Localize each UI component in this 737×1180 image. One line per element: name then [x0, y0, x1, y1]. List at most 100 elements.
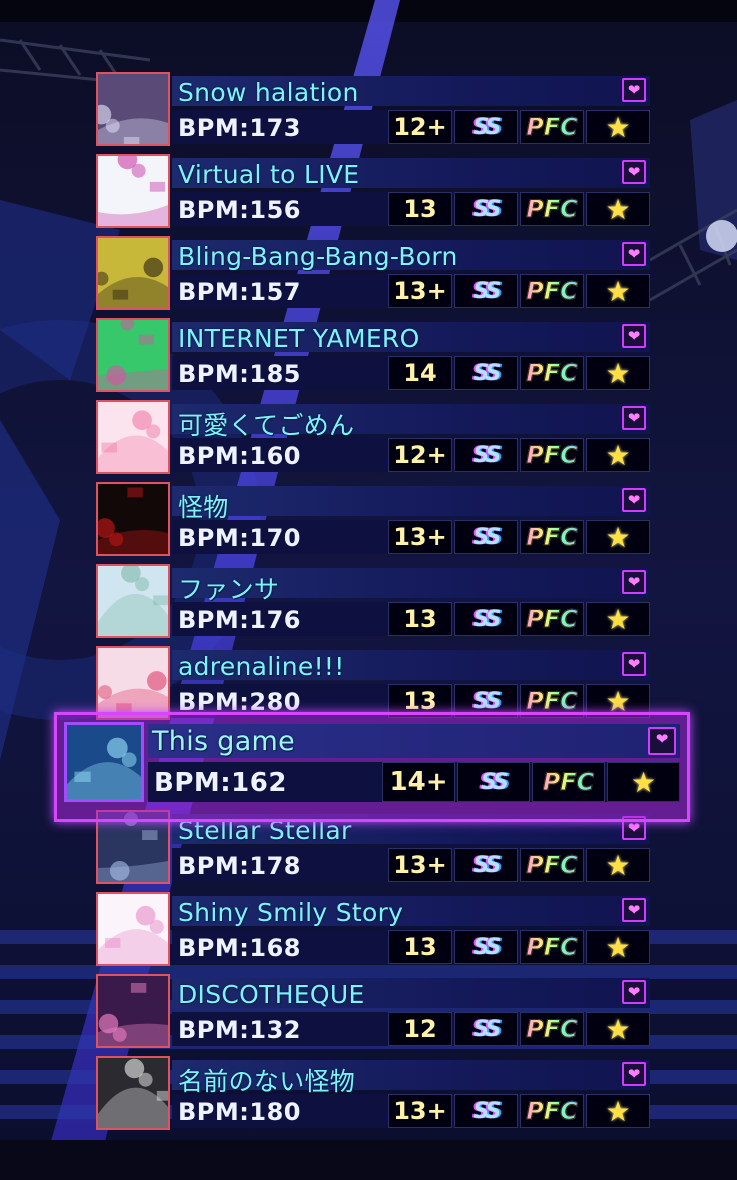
- star-icon: ★: [605, 1094, 631, 1128]
- heart-icon[interactable]: ❤: [622, 980, 646, 1004]
- song-row[interactable]: ファンサ ❤ BPM:176 13 SS PFC ★: [96, 564, 650, 638]
- star-icon: ★: [605, 192, 631, 226]
- rank-ss-icon: SS: [481, 769, 509, 795]
- song-title: adrenaline!!!: [178, 652, 345, 681]
- clear-badge: ★: [586, 192, 650, 226]
- rank-badge: SS: [457, 762, 530, 802]
- song-row[interactable]: Snow halation ❤ BPM:173 12+ SS PFC ★: [96, 72, 650, 146]
- heart-icon[interactable]: ❤: [622, 160, 646, 184]
- combo-badge: PFC: [520, 1094, 584, 1128]
- song-stats: BPM:168 13 SS PFC ★: [172, 930, 650, 964]
- pfc-icon: PFC: [526, 195, 579, 224]
- song-row[interactable]: Virtual to LIVE ❤ BPM:156 13 SS PFC ★: [96, 154, 650, 228]
- song-title: INTERNET YAMERO: [178, 324, 420, 353]
- song-level: 13+: [388, 520, 452, 554]
- heart-icon[interactable]: ❤: [622, 1062, 646, 1086]
- song-level: 14: [388, 356, 452, 390]
- heart-icon[interactable]: ❤: [622, 242, 646, 266]
- song-jacket: [96, 72, 170, 146]
- combo-badge: PFC: [520, 520, 584, 554]
- heart-icon[interactable]: ❤: [622, 898, 646, 922]
- song-bpm: BPM:156: [178, 196, 301, 224]
- combo-badge: PFC: [520, 110, 584, 144]
- song-title-bar: 名前のない怪物 ❤: [172, 1060, 650, 1096]
- pfc-icon: PFC: [526, 605, 579, 634]
- song-stats: BPM:178 13+ SS PFC ★: [172, 848, 650, 882]
- combo-badge: PFC: [520, 602, 584, 636]
- song-jacket: [64, 722, 144, 802]
- star-icon: ★: [605, 438, 631, 472]
- song-title: 可愛くてごめん: [178, 411, 355, 440]
- song-level: 13: [388, 930, 452, 964]
- song-title: 怪物: [178, 493, 229, 522]
- star-icon: ★: [605, 602, 631, 636]
- song-jacket: [96, 974, 170, 1048]
- heart-icon[interactable]: ❤: [622, 488, 646, 512]
- rank-ss-icon: SS: [473, 934, 502, 960]
- rank-badge: SS: [454, 356, 518, 390]
- song-jacket: [96, 1056, 170, 1130]
- clear-badge: ★: [586, 930, 650, 964]
- song-title: 名前のない怪物: [178, 1067, 356, 1096]
- heart-icon[interactable]: ❤: [648, 727, 676, 755]
- song-stats: BPM:132 12 SS PFC ★: [172, 1012, 650, 1046]
- heart-icon[interactable]: ❤: [622, 652, 646, 676]
- star-icon: ★: [605, 1012, 631, 1046]
- pfc-icon: PFC: [526, 523, 579, 552]
- rank-badge: SS: [454, 848, 518, 882]
- song-bpm: BPM:178: [178, 852, 301, 880]
- combo-badge: PFC: [520, 192, 584, 226]
- pfc-icon: PFC: [526, 277, 579, 306]
- song-stats: BPM:176 13 SS PFC ★: [172, 602, 650, 636]
- song-jacket: [96, 564, 170, 638]
- rank-badge: SS: [454, 602, 518, 636]
- song-bpm: BPM:180: [178, 1098, 301, 1126]
- song-bpm: BPM:132: [178, 1016, 301, 1044]
- song-title-bar: DISCOTHEQUE ❤: [172, 978, 650, 1009]
- star-icon: ★: [605, 848, 631, 882]
- rank-badge: SS: [454, 520, 518, 554]
- heart-icon[interactable]: ❤: [622, 324, 646, 348]
- clear-badge: ★: [586, 438, 650, 472]
- song-jacket: [96, 154, 170, 228]
- song-jacket: [96, 892, 170, 966]
- song-row[interactable]: Bling-Bang-Bang-Born ❤ BPM:157 13+ SS PFC ★: [96, 236, 650, 310]
- clear-badge: ★: [586, 1094, 650, 1128]
- song-title-bar: ファンサ ❤: [172, 568, 650, 604]
- song-stats: BPM:170 13+ SS PFC ★: [172, 520, 650, 554]
- star-icon: ★: [605, 274, 631, 308]
- song-title: Virtual to LIVE: [178, 160, 360, 189]
- song-row[interactable]: DISCOTHEQUE ❤ BPM:132 12 SS PFC ★: [96, 974, 650, 1048]
- rank-ss-icon: SS: [473, 688, 502, 714]
- clear-badge: ★: [586, 848, 650, 882]
- song-row[interactable]: 名前のない怪物 ❤ BPM:180 13+ SS PFC ★: [96, 1056, 650, 1130]
- song-bpm: BPM:157: [178, 278, 301, 306]
- rank-ss-icon: SS: [473, 442, 502, 468]
- rank-badge: SS: [454, 192, 518, 226]
- rank-badge: SS: [454, 930, 518, 964]
- song-stats: BPM:157 13+ SS PFC ★: [172, 274, 650, 308]
- song-bpm: BPM:176: [178, 606, 301, 634]
- song-bpm: BPM:162: [154, 768, 287, 798]
- song-row[interactable]: 怪物 ❤ BPM:170 13+ SS PFC ★: [96, 482, 650, 556]
- song-stats: BPM:180 13+ SS PFC ★: [172, 1094, 650, 1128]
- song-row-selected[interactable]: This game ❤ BPM:162 14+ SS PFC ★: [54, 712, 690, 822]
- song-title: Snow halation: [178, 78, 359, 107]
- song-bpm: BPM:173: [178, 114, 301, 142]
- heart-icon[interactable]: ❤: [622, 406, 646, 430]
- song-row[interactable]: INTERNET YAMERO ❤ BPM:185 14 SS PFC ★: [96, 318, 650, 392]
- clear-badge: ★: [586, 274, 650, 308]
- song-row[interactable]: Shiny Smily Story ❤ BPM:168 13 SS PFC ★: [96, 892, 650, 966]
- song-row[interactable]: adrenaline!!! ❤ BPM:280 13 SS PFC ★: [96, 646, 650, 720]
- heart-icon[interactable]: ❤: [622, 78, 646, 102]
- song-title: DISCOTHEQUE: [178, 980, 365, 1009]
- rank-ss-icon: SS: [473, 524, 502, 550]
- song-bpm: BPM:160: [178, 442, 301, 470]
- pfc-icon: PFC: [526, 851, 579, 880]
- heart-icon[interactable]: ❤: [622, 570, 646, 594]
- song-level: 13: [388, 192, 452, 226]
- song-row[interactable]: 可愛くてごめん ❤ BPM:160 12+ SS PFC ★: [96, 400, 650, 474]
- song-title: This game: [152, 726, 296, 757]
- rank-ss-icon: SS: [473, 360, 502, 386]
- song-stats: BPM:173 12+ SS PFC ★: [172, 110, 650, 144]
